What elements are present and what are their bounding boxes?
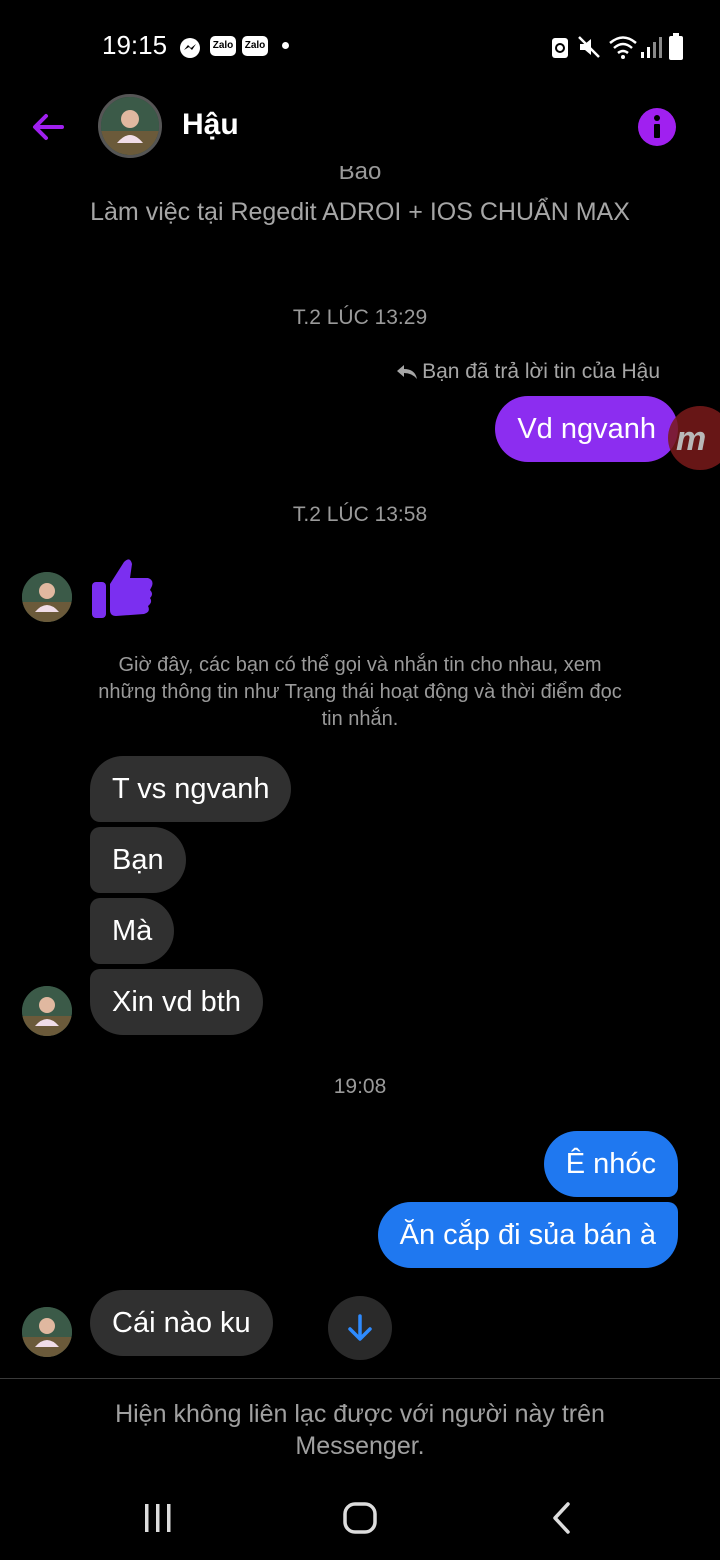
zalo-icon-2: Zalo xyxy=(242,36,268,56)
info-icon[interactable] xyxy=(638,108,676,146)
contact-name[interactable]: Hậu xyxy=(182,108,239,142)
message-in[interactable]: Bạn xyxy=(90,827,186,893)
message-in[interactable]: Mà xyxy=(90,898,175,964)
reply-indicator: Bạn đã trả lời tin của Hậu xyxy=(360,360,660,384)
message-out[interactable]: Ê nhóc xyxy=(543,1131,678,1197)
timestamp: T.2 LÚC 13:29 xyxy=(292,306,428,329)
zalo-icon: Zalo xyxy=(210,36,236,56)
unreachable-line-1: Hiện không liên lạc được với người này t… xyxy=(115,1400,605,1428)
back-nav-icon[interactable] xyxy=(544,1496,580,1540)
sender-avatar[interactable] xyxy=(22,986,72,1036)
sender-avatar[interactable] xyxy=(22,1307,72,1357)
unreachable-notice: Hiện không liên lạc được với người này t… xyxy=(40,1398,680,1462)
scroll-down-icon xyxy=(348,1314,372,1341)
timestamp: T.2 LÚC 13:58 xyxy=(292,503,428,526)
messenger-icon xyxy=(180,38,200,58)
timestamp: 19:08 xyxy=(333,1075,387,1098)
contact-avatar[interactable] xyxy=(98,94,162,158)
reply-icon xyxy=(397,365,418,379)
notification-dot xyxy=(282,42,289,49)
wifi-icon xyxy=(609,36,637,59)
floating-badge[interactable]: m xyxy=(668,406,720,470)
message-out[interactable]: Vd ngvanh xyxy=(495,396,678,462)
back-arrow-icon[interactable] xyxy=(28,106,70,148)
message-out[interactable]: Ăn cắp đi sủa bán à xyxy=(377,1202,678,1268)
divider xyxy=(0,1378,720,1379)
connection-notice: Giờ đây, các bạn có thể gọi và nhắn tin … xyxy=(98,654,622,730)
recent-apps-icon[interactable] xyxy=(140,1496,176,1540)
mute-icon xyxy=(578,36,600,58)
intro-cut-text: Bảo xyxy=(338,166,382,185)
message-in[interactable]: Xin vd bth xyxy=(90,969,263,1035)
status-time: 19:15 xyxy=(102,30,168,60)
message-in[interactable]: T vs ngvanh xyxy=(90,756,292,822)
svg-text:m: m xyxy=(676,420,706,458)
battery-icon xyxy=(669,33,683,60)
message-in[interactable]: Cái nào ku xyxy=(90,1290,273,1356)
signal-icon xyxy=(641,37,662,58)
thumbs-up-icon[interactable] xyxy=(90,554,156,624)
alarm-icon xyxy=(552,38,568,58)
sender-avatar[interactable] xyxy=(22,572,72,622)
scroll-down-button[interactable] xyxy=(328,1296,392,1360)
home-icon[interactable] xyxy=(338,1496,382,1540)
contact-bio: Làm việc tại Regedit ADROI + IOS CHUẨN M… xyxy=(90,198,630,226)
reply-label: Bạn đã trả lời tin của Hậu xyxy=(422,360,660,383)
unreachable-line-2: Messenger. xyxy=(295,1432,425,1460)
